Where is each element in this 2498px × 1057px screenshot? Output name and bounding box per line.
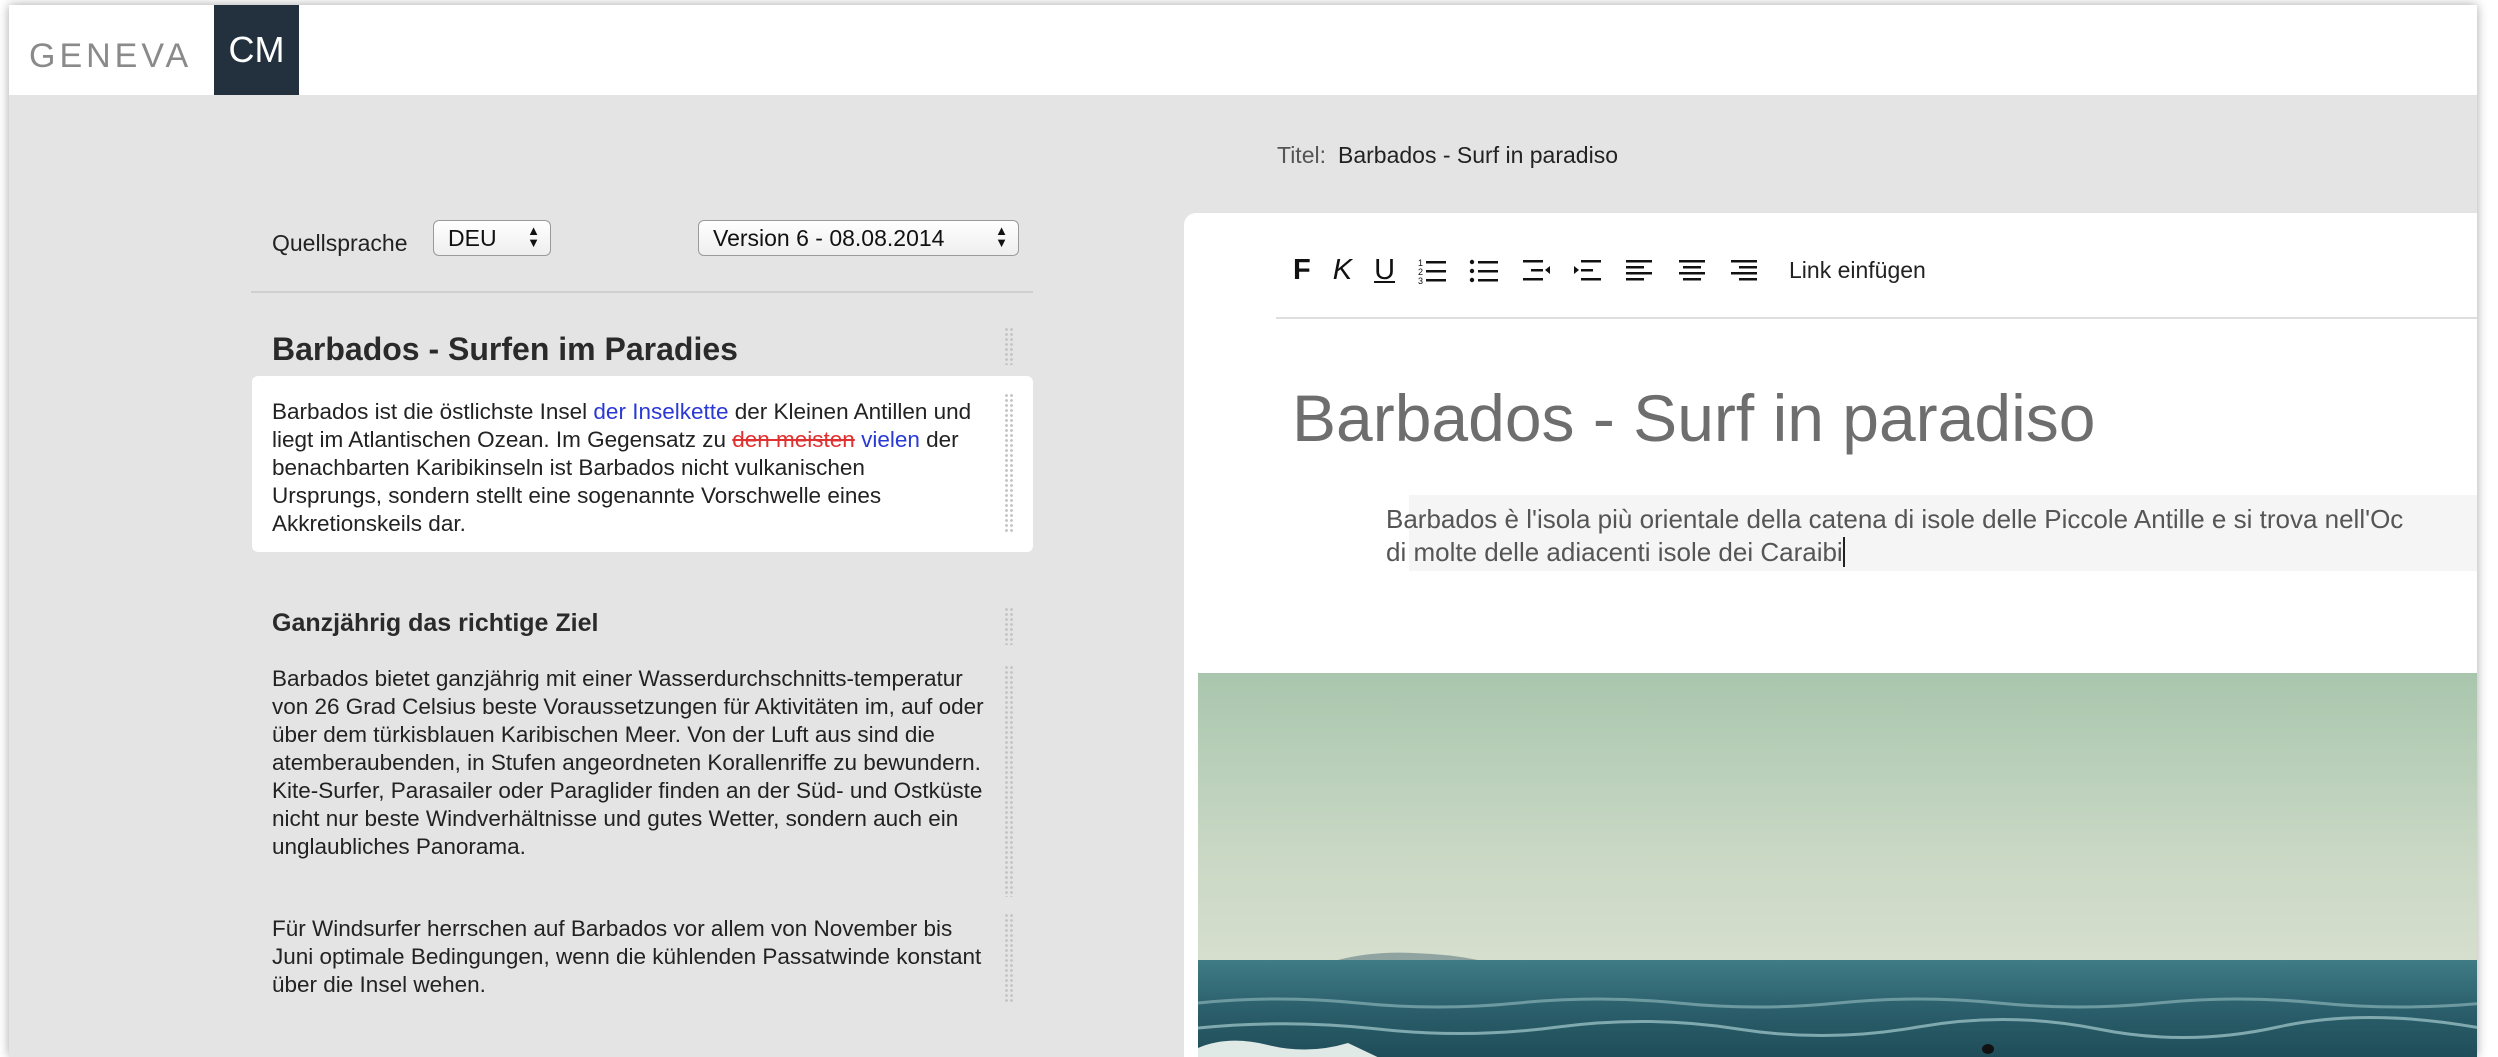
select-arrows-icon: ▲ ▼ bbox=[995, 223, 1008, 250]
indent-icon[interactable] bbox=[1573, 255, 1603, 285]
inserted-text: der Inselkette bbox=[593, 399, 729, 424]
version-select[interactable]: Version 6 - 08.08.2014 ▲ ▼ bbox=[698, 220, 1019, 256]
bullet-list-icon[interactable] bbox=[1469, 255, 1499, 285]
deleted-text: den meisten bbox=[732, 427, 855, 452]
bold-button[interactable]: F bbox=[1293, 254, 1311, 287]
drag-handle[interactable] bbox=[1004, 913, 1014, 1003]
source-language-value: DEU bbox=[448, 224, 497, 251]
align-left-icon[interactable] bbox=[1625, 255, 1655, 285]
source-language-select[interactable]: DEU ▲ ▼ bbox=[433, 220, 551, 256]
surf-photo[interactable] bbox=[1198, 673, 2477, 1057]
editor-toolbar: F K U 1 2 3 Link einfügen bbox=[1293, 250, 1926, 290]
source-paragraph-2[interactable]: Barbados bietet ganzjährig mit einer Was… bbox=[272, 665, 992, 861]
drag-handle[interactable] bbox=[1004, 607, 1014, 645]
inserted-text: vielen bbox=[861, 427, 920, 452]
drag-handle[interactable] bbox=[1004, 393, 1014, 533]
drag-handle[interactable] bbox=[1004, 665, 1014, 897]
app-window: GENEVA CM Titel: Barbados - Surf in parad… bbox=[9, 5, 2477, 1057]
italic-button[interactable]: K bbox=[1333, 254, 1352, 287]
toolbar-divider bbox=[1276, 317, 2477, 319]
beach-image bbox=[1198, 673, 2477, 1057]
source-paragraph-3[interactable]: Für Windsurfer herrschen auf Barbados vo… bbox=[272, 915, 992, 999]
title-label: Titel: bbox=[1277, 142, 1326, 168]
source-heading-2[interactable]: Ganzjährig das richtige Ziel bbox=[272, 609, 598, 638]
editor-line-1: Barbados è l'isola più orientale della c… bbox=[1386, 504, 2404, 534]
editor-title[interactable]: Barbados - Surf in paradiso bbox=[1292, 380, 2095, 456]
title-row: Titel: Barbados - Surf in paradiso bbox=[1277, 142, 1618, 169]
text-caret bbox=[1842, 537, 1845, 567]
select-arrows-icon: ▲ ▼ bbox=[527, 223, 540, 250]
title-value[interactable]: Barbados - Surf in paradiso bbox=[1338, 142, 1618, 168]
source-language-label: Quellsprache bbox=[272, 230, 408, 256]
editor-line-2: di molte delle adiacenti isole dei Carai… bbox=[1386, 537, 1843, 567]
para-text: Barbados ist die östlichste Insel bbox=[272, 399, 594, 424]
source-heading[interactable]: Barbados - Surfen im Paradies bbox=[272, 331, 738, 368]
top-bar: GENEVA CM bbox=[9, 5, 2477, 95]
ordered-list-icon[interactable]: 1 2 3 bbox=[1417, 255, 1447, 285]
left-divider bbox=[251, 291, 1033, 293]
align-center-icon[interactable] bbox=[1677, 255, 1707, 285]
align-right-icon[interactable] bbox=[1729, 255, 1759, 285]
version-value: Version 6 - 08.08.2014 bbox=[713, 224, 945, 251]
drag-handle[interactable] bbox=[1004, 327, 1014, 365]
svg-text:3: 3 bbox=[1418, 276, 1423, 285]
cm-logo[interactable]: CM bbox=[214, 5, 299, 95]
editor-paragraph[interactable]: Barbados è l'isola più orientale della c… bbox=[1386, 503, 2477, 569]
outdent-icon[interactable] bbox=[1521, 255, 1551, 285]
source-paragraph-selected[interactable]: Barbados ist die östlichste Insel der In… bbox=[252, 376, 1033, 552]
underline-button[interactable]: U bbox=[1374, 254, 1395, 287]
geneva-logo[interactable]: GENEVA bbox=[29, 37, 192, 76]
insert-link-button[interactable]: Link einfügen bbox=[1789, 257, 1926, 284]
